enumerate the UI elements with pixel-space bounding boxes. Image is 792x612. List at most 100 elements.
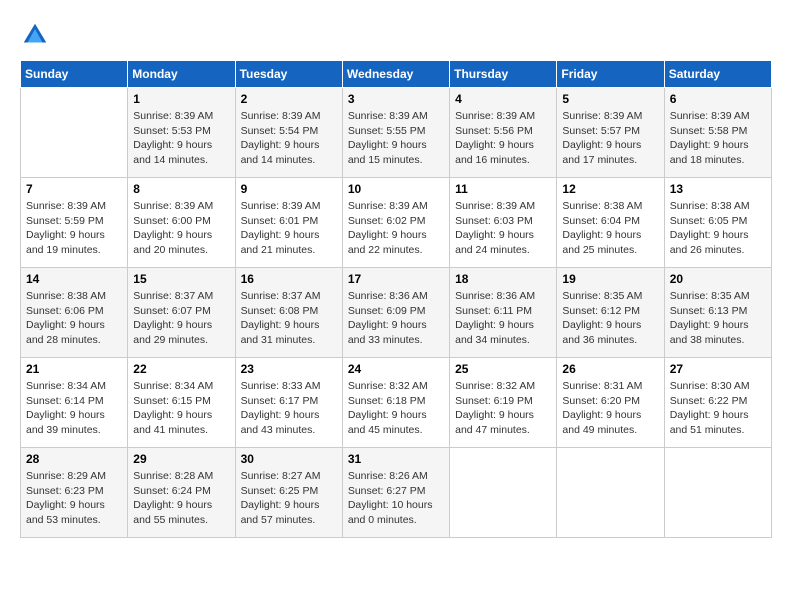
day-info: Sunrise: 8:39 AMSunset: 5:56 PMDaylight:…: [455, 109, 551, 168]
calendar-cell: 7 Sunrise: 8:39 AMSunset: 5:59 PMDaylight…: [21, 178, 128, 268]
day-number: 22: [133, 362, 229, 376]
day-number: 24: [348, 362, 444, 376]
day-info: Sunrise: 8:39 AMSunset: 5:55 PMDaylight:…: [348, 109, 444, 168]
day-number: 19: [562, 272, 658, 286]
weekday-header: Friday: [557, 61, 664, 88]
calendar-cell: 30 Sunrise: 8:27 AMSunset: 6:25 PMDayligh…: [235, 448, 342, 538]
calendar-cell: 5 Sunrise: 8:39 AMSunset: 5:57 PMDaylight…: [557, 88, 664, 178]
calendar-cell: 4 Sunrise: 8:39 AMSunset: 5:56 PMDaylight…: [450, 88, 557, 178]
calendar-week-row: 14 Sunrise: 8:38 AMSunset: 6:06 PMDayligh…: [21, 268, 772, 358]
weekday-header: Wednesday: [342, 61, 449, 88]
weekday-header: Saturday: [664, 61, 771, 88]
day-info: Sunrise: 8:31 AMSunset: 6:20 PMDaylight:…: [562, 379, 658, 438]
calendar-week-row: 1 Sunrise: 8:39 AMSunset: 5:53 PMDaylight…: [21, 88, 772, 178]
calendar-cell: [21, 88, 128, 178]
day-number: 5: [562, 92, 658, 106]
calendar-cell: 27Sunrise: 8:30 AMSunset: 6:22 PMDayligh…: [664, 358, 771, 448]
page-header: [20, 20, 772, 50]
day-info: Sunrise: 8:39 AMSunset: 6:00 PMDaylight:…: [133, 199, 229, 258]
day-number: 17: [348, 272, 444, 286]
day-info: Sunrise: 8:34 AMSunset: 6:15 PMDaylight:…: [133, 379, 229, 438]
day-info: Sunrise: 8:35 AMSunset: 6:12 PMDaylight:…: [562, 289, 658, 348]
calendar-cell: 9 Sunrise: 8:39 AMSunset: 6:01 PMDaylight…: [235, 178, 342, 268]
day-info: Sunrise: 8:38 AMSunset: 6:06 PMDaylight:…: [26, 289, 122, 348]
day-info: Sunrise: 8:33 AMSunset: 6:17 PMDaylight:…: [241, 379, 337, 438]
calendar-cell: 28 Sunrise: 8:29 AMSunset: 6:23 PMDayligh…: [21, 448, 128, 538]
calendar-cell: 10 Sunrise: 8:39 AMSunset: 6:02 PMDayligh…: [342, 178, 449, 268]
calendar-cell: 2 Sunrise: 8:39 AMSunset: 5:54 PMDaylight…: [235, 88, 342, 178]
day-info: Sunrise: 8:39 AMSunset: 6:01 PMDaylight:…: [241, 199, 337, 258]
day-number: 11: [455, 182, 551, 196]
calendar-week-row: 28 Sunrise: 8:29 AMSunset: 6:23 PMDayligh…: [21, 448, 772, 538]
calendar-cell: [450, 448, 557, 538]
day-number: 18: [455, 272, 551, 286]
day-info: Sunrise: 8:36 AMSunset: 6:09 PMDaylight:…: [348, 289, 444, 348]
day-info: Sunrise: 8:39 AMSunset: 6:03 PMDaylight:…: [455, 199, 551, 258]
calendar-cell: 16 Sunrise: 8:37 AMSunset: 6:08 PMDayligh…: [235, 268, 342, 358]
day-info: Sunrise: 8:28 AMSunset: 6:24 PMDaylight:…: [133, 469, 229, 528]
day-number: 10: [348, 182, 444, 196]
day-info: Sunrise: 8:37 AMSunset: 6:07 PMDaylight:…: [133, 289, 229, 348]
day-number: 12: [562, 182, 658, 196]
day-info: Sunrise: 8:35 AMSunset: 6:13 PMDaylight:…: [670, 289, 766, 348]
day-info: Sunrise: 8:39 AMSunset: 6:02 PMDaylight:…: [348, 199, 444, 258]
day-number: 2: [241, 92, 337, 106]
day-info: Sunrise: 8:39 AMSunset: 5:57 PMDaylight:…: [562, 109, 658, 168]
day-info: Sunrise: 8:39 AMSunset: 5:53 PMDaylight:…: [133, 109, 229, 168]
calendar-cell: 31Sunrise: 8:26 AMSunset: 6:27 PMDayligh…: [342, 448, 449, 538]
calendar-cell: 26Sunrise: 8:31 AMSunset: 6:20 PMDayligh…: [557, 358, 664, 448]
day-info: Sunrise: 8:36 AMSunset: 6:11 PMDaylight:…: [455, 289, 551, 348]
day-number: 7: [26, 182, 122, 196]
calendar-cell: 19 Sunrise: 8:35 AMSunset: 6:12 PMDayligh…: [557, 268, 664, 358]
day-info: Sunrise: 8:39 AMSunset: 5:58 PMDaylight:…: [670, 109, 766, 168]
calendar-cell: 18 Sunrise: 8:36 AMSunset: 6:11 PMDayligh…: [450, 268, 557, 358]
calendar-cell: [557, 448, 664, 538]
calendar-cell: 23 Sunrise: 8:33 AMSunset: 6:17 PMDayligh…: [235, 358, 342, 448]
logo-icon: [20, 20, 50, 50]
calendar-table: SundayMondayTuesdayWednesdayThursdayFrid…: [20, 60, 772, 538]
calendar-cell: 13Sunrise: 8:38 AMSunset: 6:05 PMDayligh…: [664, 178, 771, 268]
weekday-header: Thursday: [450, 61, 557, 88]
day-number: 28: [26, 452, 122, 466]
day-number: 1: [133, 92, 229, 106]
day-number: 23: [241, 362, 337, 376]
day-number: 29: [133, 452, 229, 466]
weekday-header: Monday: [128, 61, 235, 88]
day-number: 8: [133, 182, 229, 196]
day-number: 16: [241, 272, 337, 286]
weekday-header: Sunday: [21, 61, 128, 88]
day-number: 14: [26, 272, 122, 286]
day-info: Sunrise: 8:37 AMSunset: 6:08 PMDaylight:…: [241, 289, 337, 348]
day-number: 3: [348, 92, 444, 106]
day-info: Sunrise: 8:39 AMSunset: 5:54 PMDaylight:…: [241, 109, 337, 168]
day-info: Sunrise: 8:39 AMSunset: 5:59 PMDaylight:…: [26, 199, 122, 258]
calendar-week-row: 7 Sunrise: 8:39 AMSunset: 5:59 PMDaylight…: [21, 178, 772, 268]
calendar-cell: 12 Sunrise: 8:38 AMSunset: 6:04 PMDayligh…: [557, 178, 664, 268]
day-info: Sunrise: 8:32 AMSunset: 6:18 PMDaylight:…: [348, 379, 444, 438]
day-number: 27: [670, 362, 766, 376]
day-number: 9: [241, 182, 337, 196]
day-number: 20: [670, 272, 766, 286]
calendar-cell: 15Sunrise: 8:37 AMSunset: 6:07 PMDayligh…: [128, 268, 235, 358]
calendar-cell: 11 Sunrise: 8:39 AMSunset: 6:03 PMDayligh…: [450, 178, 557, 268]
logo: [20, 20, 54, 50]
calendar-cell: 20 Sunrise: 8:35 AMSunset: 6:13 PMDayligh…: [664, 268, 771, 358]
weekday-header: Tuesday: [235, 61, 342, 88]
day-number: 30: [241, 452, 337, 466]
calendar-cell: 22 Sunrise: 8:34 AMSunset: 6:15 PMDayligh…: [128, 358, 235, 448]
day-number: 25: [455, 362, 551, 376]
day-number: 21: [26, 362, 122, 376]
calendar-cell: 24 Sunrise: 8:32 AMSunset: 6:18 PMDayligh…: [342, 358, 449, 448]
day-info: Sunrise: 8:38 AMSunset: 6:04 PMDaylight:…: [562, 199, 658, 258]
calendar-cell: 21Sunrise: 8:34 AMSunset: 6:14 PMDayligh…: [21, 358, 128, 448]
calendar-cell: 1 Sunrise: 8:39 AMSunset: 5:53 PMDaylight…: [128, 88, 235, 178]
day-info: Sunrise: 8:29 AMSunset: 6:23 PMDaylight:…: [26, 469, 122, 528]
day-number: 4: [455, 92, 551, 106]
day-info: Sunrise: 8:32 AMSunset: 6:19 PMDaylight:…: [455, 379, 551, 438]
calendar-cell: 14 Sunrise: 8:38 AMSunset: 6:06 PMDayligh…: [21, 268, 128, 358]
calendar-cell: 29 Sunrise: 8:28 AMSunset: 6:24 PMDayligh…: [128, 448, 235, 538]
day-info: Sunrise: 8:27 AMSunset: 6:25 PMDaylight:…: [241, 469, 337, 528]
calendar-cell: [664, 448, 771, 538]
calendar-week-row: 21Sunrise: 8:34 AMSunset: 6:14 PMDayligh…: [21, 358, 772, 448]
calendar-cell: 8 Sunrise: 8:39 AMSunset: 6:00 PMDaylight…: [128, 178, 235, 268]
